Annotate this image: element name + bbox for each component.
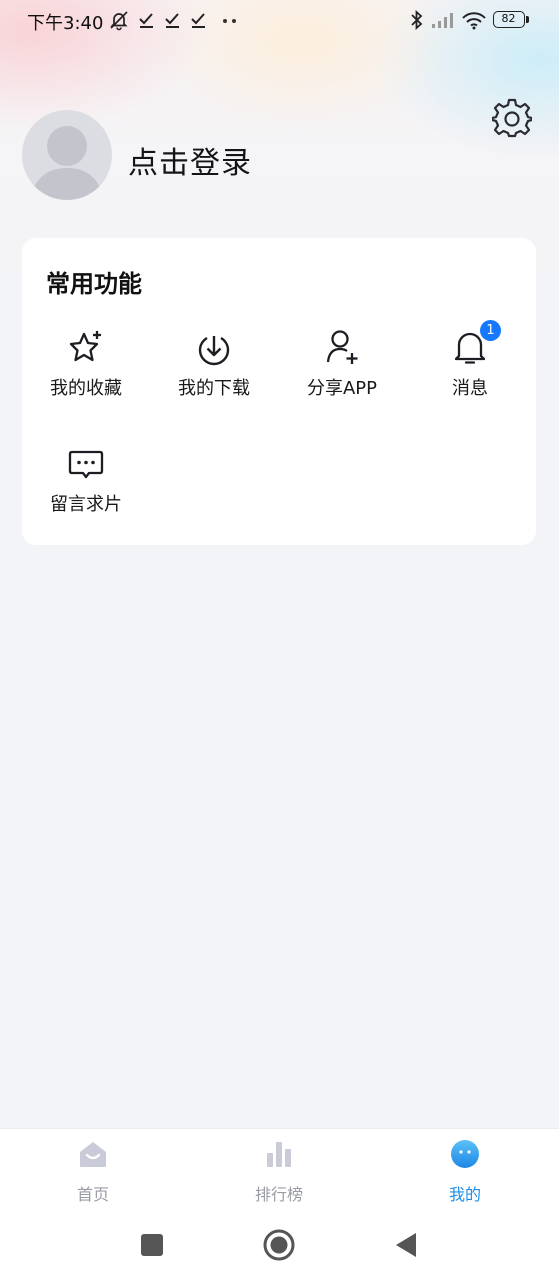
check-icon — [165, 13, 179, 28]
settings-button[interactable] — [490, 98, 534, 138]
home-icon — [80, 1142, 106, 1167]
battery-tip — [526, 16, 529, 23]
messages-button[interactable]: 1 消息 — [406, 320, 534, 418]
recent-apps-icon[interactable] — [135, 1228, 169, 1262]
tab-ranking[interactable]: 排行榜 — [219, 1139, 339, 1209]
face-icon — [451, 1140, 479, 1168]
check-icon — [191, 13, 205, 28]
status-time: 下午3:40 — [27, 13, 104, 34]
status-bar: 下午3:40 82 — [0, 0, 559, 42]
signal-icon — [432, 13, 453, 28]
wifi-icon — [462, 12, 486, 30]
back-triangle-icon[interactable] — [389, 1228, 423, 1262]
download-icon — [198, 336, 230, 366]
bottom-tab-bar: 首页 排行榜 我的 — [0, 1128, 559, 1215]
tab-mine[interactable]: 我的 — [405, 1139, 525, 1209]
bluetooth-icon — [411, 9, 423, 31]
check-icon — [139, 13, 153, 28]
share-app-label: 分享APP — [306, 378, 378, 399]
more-dots-icon — [223, 19, 236, 23]
card-title: 常用功能 — [46, 270, 142, 298]
battery-level: 82 — [501, 12, 516, 25]
unread-badge: 1 — [480, 320, 501, 341]
share-app-button[interactable]: 分享APP — [278, 328, 406, 418]
tab-home[interactable]: 首页 — [33, 1139, 153, 1209]
chat-bubble-icon — [68, 450, 104, 479]
user-plus-icon — [326, 330, 358, 364]
star-plus-icon — [69, 331, 101, 362]
tab-ranking-label: 排行榜 — [254, 1185, 303, 1204]
request-movie-button[interactable]: 留言求片 — [22, 444, 150, 534]
request-movie-label: 留言求片 — [50, 494, 122, 515]
messages-label: 消息 — [452, 378, 488, 399]
tab-home-label: 首页 — [76, 1185, 109, 1204]
avatar-placeholder-icon — [30, 126, 104, 200]
home-circle-icon[interactable] — [262, 1228, 296, 1262]
mute-icon — [110, 11, 128, 31]
tab-mine-label: 我的 — [448, 1185, 481, 1204]
login-link[interactable]: 点击登录 — [128, 138, 252, 182]
gear-icon — [490, 98, 534, 138]
downloads-button[interactable]: 我的下载 — [150, 328, 278, 418]
downloads-label: 我的下载 — [178, 378, 250, 399]
system-navigation-bar — [0, 1214, 559, 1280]
favorites-button[interactable]: 我的收藏 — [22, 328, 150, 418]
common-functions-card: 常用功能 我的收藏 我的下载 分享APP 1 消息 留言求片 — [22, 238, 536, 545]
bar-chart-icon — [267, 1142, 291, 1167]
favorites-label: 我的收藏 — [50, 378, 122, 399]
battery-icon: 82 — [493, 11, 525, 28]
avatar[interactable] — [22, 110, 112, 200]
